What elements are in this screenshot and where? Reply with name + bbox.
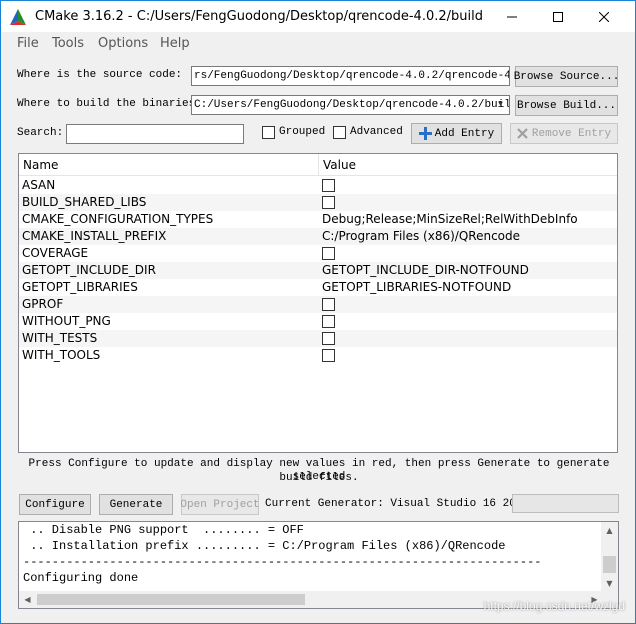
close-icon: [599, 11, 609, 22]
chevron-down-icon[interactable]: ▼: [492, 96, 509, 114]
cache-entry-name: COVERAGE: [22, 246, 89, 260]
source-label: Where is the source code:: [17, 69, 183, 81]
watermark-text: https://blog.csdn.net/wzlgd: [483, 599, 625, 613]
cache-entry-name: CMAKE_INSTALL_PREFIX: [22, 229, 167, 243]
maximize-icon: [553, 11, 563, 22]
cache-entry-name: GPROF: [22, 297, 64, 311]
table-row[interactable]: ASAN: [19, 177, 617, 194]
advanced-checkbox[interactable]: [333, 126, 346, 139]
table-row[interactable]: GETOPT_LIBRARIES GETOPT_LIBRARIES-NOTFOUN…: [19, 279, 617, 296]
menu-file[interactable]: File: [17, 36, 39, 51]
open-project-button[interactable]: Open Project: [180, 494, 260, 515]
table-row[interactable]: WITH_TESTS: [19, 330, 617, 347]
window-title: CMake 3.16.2 - C:/Users/FengGuodong/Desk…: [35, 9, 483, 24]
log-line: ----------------------------------------…: [23, 555, 542, 569]
remove-entry-label: Remove Entry: [531, 127, 612, 140]
close-button[interactable]: [581, 1, 627, 32]
build-path-combo[interactable]: C:/Users/FengGuodong/Desktop/qrencode-4.…: [191, 95, 510, 115]
build-label: Where to build the binaries:: [17, 98, 202, 110]
grouped-label[interactable]: Grouped: [279, 126, 325, 138]
browse-build-button[interactable]: Browse Build...: [515, 95, 618, 116]
cache-entry-name: CMAKE_CONFIGURATION_TYPES: [22, 212, 214, 226]
add-entry-button[interactable]: Add Entry: [411, 123, 502, 144]
table-row[interactable]: WITHOUT_PNG: [19, 313, 617, 330]
log-line: Configuring done: [23, 571, 139, 585]
menu-bar: File Tools Options Help: [1, 32, 635, 54]
cache-entry-value[interactable]: C:/Program Files (x86)/QRencode: [322, 228, 520, 245]
cache-entry-checkbox[interactable]: [322, 179, 335, 192]
cache-entry-value[interactable]: GETOPT_LIBRARIES-NOTFOUND: [322, 279, 511, 296]
table-row[interactable]: GETOPT_INCLUDE_DIR GETOPT_INCLUDE_DIR-NOT…: [19, 262, 617, 279]
output-log[interactable]: .. Disable PNG support ........ = OFF ..…: [18, 521, 619, 609]
progress-bar: [512, 494, 619, 513]
horizontal-scroll-thumb[interactable]: [37, 594, 305, 605]
minimize-button[interactable]: [489, 1, 535, 32]
table-row[interactable]: CMAKE_CONFIGURATION_TYPES Debug;Release;M…: [19, 211, 617, 228]
cache-entry-name: GETOPT_INCLUDE_DIR: [22, 263, 156, 277]
current-generator-text: Current Generator: Visual Studio 16 2019: [265, 498, 530, 510]
cache-entry-checkbox[interactable]: [322, 298, 335, 311]
cache-entry-checkbox[interactable]: [322, 196, 335, 209]
vertical-scroll-thumb[interactable]: [603, 556, 616, 573]
generate-button[interactable]: Generate: [99, 494, 173, 515]
maximize-button[interactable]: [535, 1, 581, 32]
table-row[interactable]: BUILD_SHARED_LIBS: [19, 194, 617, 211]
cache-entry-name: WITH_TOOLS: [22, 348, 101, 362]
cache-entry-name: BUILD_SHARED_LIBS: [22, 195, 147, 209]
minimize-icon: [507, 16, 517, 17]
add-icon: [418, 127, 432, 140]
remove-icon: [517, 128, 528, 139]
table-row[interactable]: WITH_TOOLS: [19, 347, 617, 364]
cache-entry-name: WITH_TESTS: [22, 331, 98, 345]
scroll-left-icon[interactable]: ◀: [19, 591, 36, 608]
menu-help[interactable]: Help: [160, 36, 190, 51]
log-line: .. Installation prefix ......... = C:/Pr…: [23, 539, 506, 553]
table-row[interactable]: CMAKE_INSTALL_PREFIX C:/Program Files (x8…: [19, 228, 617, 245]
column-header-value[interactable]: Value: [319, 154, 617, 176]
column-header-name[interactable]: Name: [19, 154, 318, 176]
cache-entry-name: GETOPT_LIBRARIES: [22, 280, 138, 294]
cache-entry-value[interactable]: GETOPT_INCLUDE_DIR-NOTFOUND: [322, 262, 529, 279]
add-entry-label: Add Entry: [434, 127, 495, 140]
browse-source-button[interactable]: Browse Source...: [514, 66, 619, 87]
log-vertical-scrollbar[interactable]: ▲ ▼: [601, 522, 618, 592]
cache-table[interactable]: Name Value ASAN BUILD_SHARED_LIBS CMAKE_CO…: [18, 153, 618, 453]
menu-options[interactable]: Options: [98, 36, 148, 51]
cache-entry-checkbox[interactable]: [322, 247, 335, 260]
scroll-up-icon[interactable]: ▲: [601, 522, 618, 539]
advanced-label[interactable]: Advanced: [350, 126, 403, 138]
search-label: Search:: [17, 127, 64, 139]
source-path-input[interactable]: rs/FengGuodong/Desktop/qrencode-4.0.2/qr…: [191, 66, 510, 86]
search-input[interactable]: [66, 124, 244, 144]
cmake-window: CMake 3.16.2 - C:/Users/FengGuodong/Desk…: [0, 0, 636, 624]
grouped-checkbox[interactable]: [262, 126, 275, 139]
cache-entry-name: WITHOUT_PNG: [22, 314, 111, 328]
remove-entry-button[interactable]: Remove Entry: [510, 123, 618, 144]
hint-line-2: build files.: [279, 472, 359, 484]
cache-entry-name: ASAN: [22, 178, 56, 192]
menu-tools[interactable]: Tools: [52, 36, 84, 51]
table-row[interactable]: COVERAGE: [19, 245, 617, 262]
log-line: .. Disable PNG support ........ = OFF: [23, 523, 304, 537]
table-row[interactable]: GPROF: [19, 296, 617, 313]
build-path-value: C:/Users/FengGuodong/Desktop/qrencode-4.…: [194, 99, 510, 111]
cache-entry-checkbox[interactable]: [322, 332, 335, 345]
title-bar[interactable]: CMake 3.16.2 - C:/Users/FengGuodong/Desk…: [1, 1, 635, 32]
scroll-down-icon[interactable]: ▼: [601, 575, 618, 592]
cache-entry-value[interactable]: Debug;Release;MinSizeRel;RelWithDebInfo: [322, 211, 578, 228]
cmake-logo-icon: [10, 9, 26, 25]
configure-button[interactable]: Configure: [19, 494, 91, 515]
cache-entry-checkbox[interactable]: [322, 349, 335, 362]
cache-entry-checkbox[interactable]: [322, 315, 335, 328]
